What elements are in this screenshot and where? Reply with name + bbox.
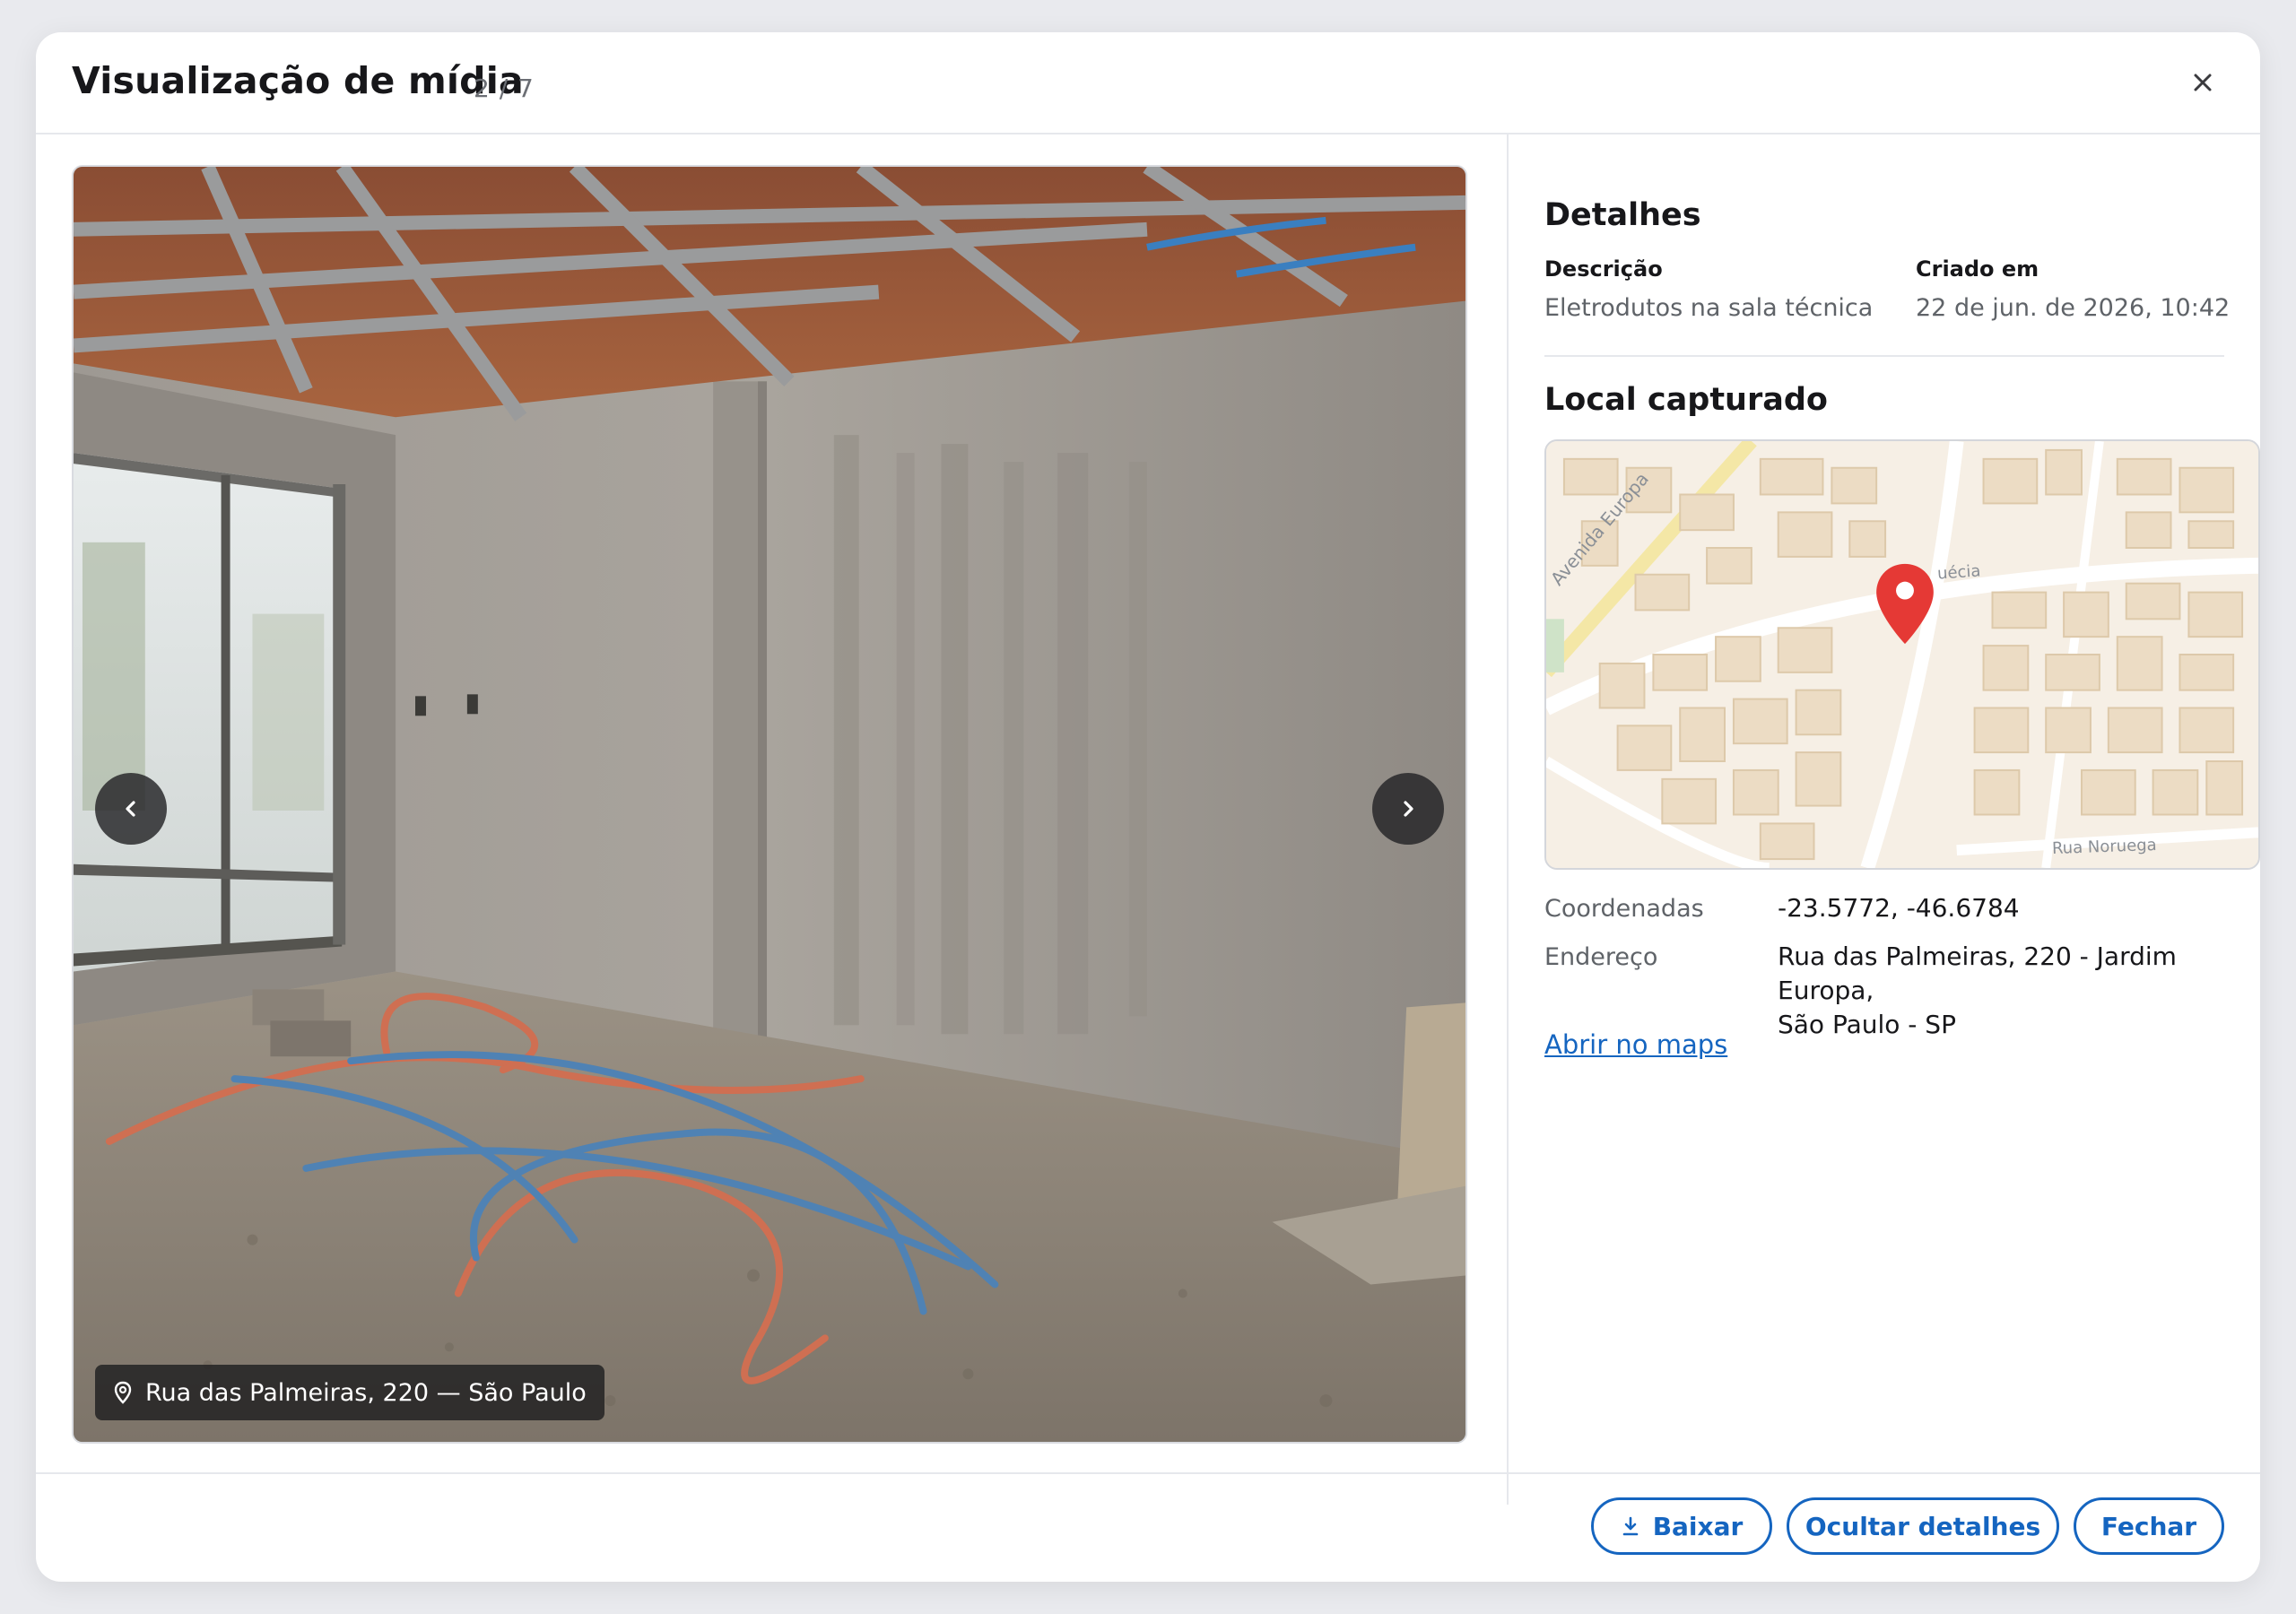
created-label: Criado em xyxy=(1916,256,2039,282)
location-pin-icon xyxy=(114,1381,132,1404)
download-button[interactable]: Baixar xyxy=(1591,1497,1772,1555)
hide-details-button[interactable]: Ocultar detalhes xyxy=(1787,1497,2059,1555)
close-button[interactable] xyxy=(2181,61,2224,104)
open-maps-link[interactable]: Abrir no maps xyxy=(1544,1029,1727,1060)
close-footer-button[interactable]: Fechar xyxy=(2074,1497,2224,1555)
download-icon xyxy=(1622,1516,1638,1536)
map-street-label: Rua Noruega xyxy=(2051,835,2158,859)
details-section-title: Detalhes xyxy=(1544,197,1701,233)
address-value: Rua das Palmeiras, 220 - Jardim Europa, … xyxy=(1778,940,2260,1042)
created-value: 22 de jun. de 2026, 10:42 xyxy=(1916,294,2231,322)
details-panel: Detalhes Descrição Eletrodutos na sala t… xyxy=(1509,134,2260,1505)
close-icon xyxy=(2194,74,2212,91)
location-section-title: Local capturado xyxy=(1544,382,1828,418)
coordinates-label: Coordenadas xyxy=(1544,895,1704,923)
download-label: Baixar xyxy=(1652,1511,1744,1541)
media-counter: 2 / 7 xyxy=(474,74,535,103)
modal-footer: Baixar Ocultar detalhes Fechar xyxy=(36,1472,2260,1582)
address-line-2: São Paulo - SP xyxy=(1778,1010,1956,1039)
location-map[interactable]: Avenida Europa uécia Rua Noruega xyxy=(1544,439,2260,870)
description-label: Descrição xyxy=(1544,256,1663,282)
next-media-button[interactable] xyxy=(1372,773,1444,845)
address-line-1: Rua das Palmeiras, 220 - Jardim Europa, xyxy=(1778,941,2177,1005)
chevron-right-icon xyxy=(1404,801,1413,817)
description-value: Eletrodutos na sala técnica xyxy=(1544,294,1874,322)
section-divider xyxy=(1544,355,2224,357)
location-caption: Rua das Palmeiras, 220 — São Paulo xyxy=(95,1365,604,1420)
close-footer-label: Fechar xyxy=(2100,1511,2197,1541)
construction-photo xyxy=(74,167,1465,1442)
media-viewer: Rua das Palmeiras, 220 — São Paulo xyxy=(72,165,1467,1444)
previous-media-button[interactable] xyxy=(95,773,167,845)
hide-details-label: Ocultar detalhes xyxy=(1805,1511,2041,1541)
coordinates-value: -23.5772, -46.6784 xyxy=(1778,893,2020,923)
chevron-left-icon xyxy=(126,801,135,817)
modal-title: Visualização de mídia xyxy=(72,59,524,102)
map-canvas xyxy=(1546,441,2258,868)
address-label: Endereço xyxy=(1544,943,1658,971)
modal-body: Rua das Palmeiras, 220 — São Paulo Detal… xyxy=(36,134,2260,1505)
caption-text: Rua das Palmeiras, 220 — São Paulo xyxy=(145,1378,587,1407)
modal-header: Visualização de mídia 2 / 7 xyxy=(36,32,2260,134)
media-viewer-modal: Visualização de mídia 2 / 7 Rua das Palm… xyxy=(36,32,2260,1582)
map-street-label: uécia xyxy=(1936,561,1982,584)
